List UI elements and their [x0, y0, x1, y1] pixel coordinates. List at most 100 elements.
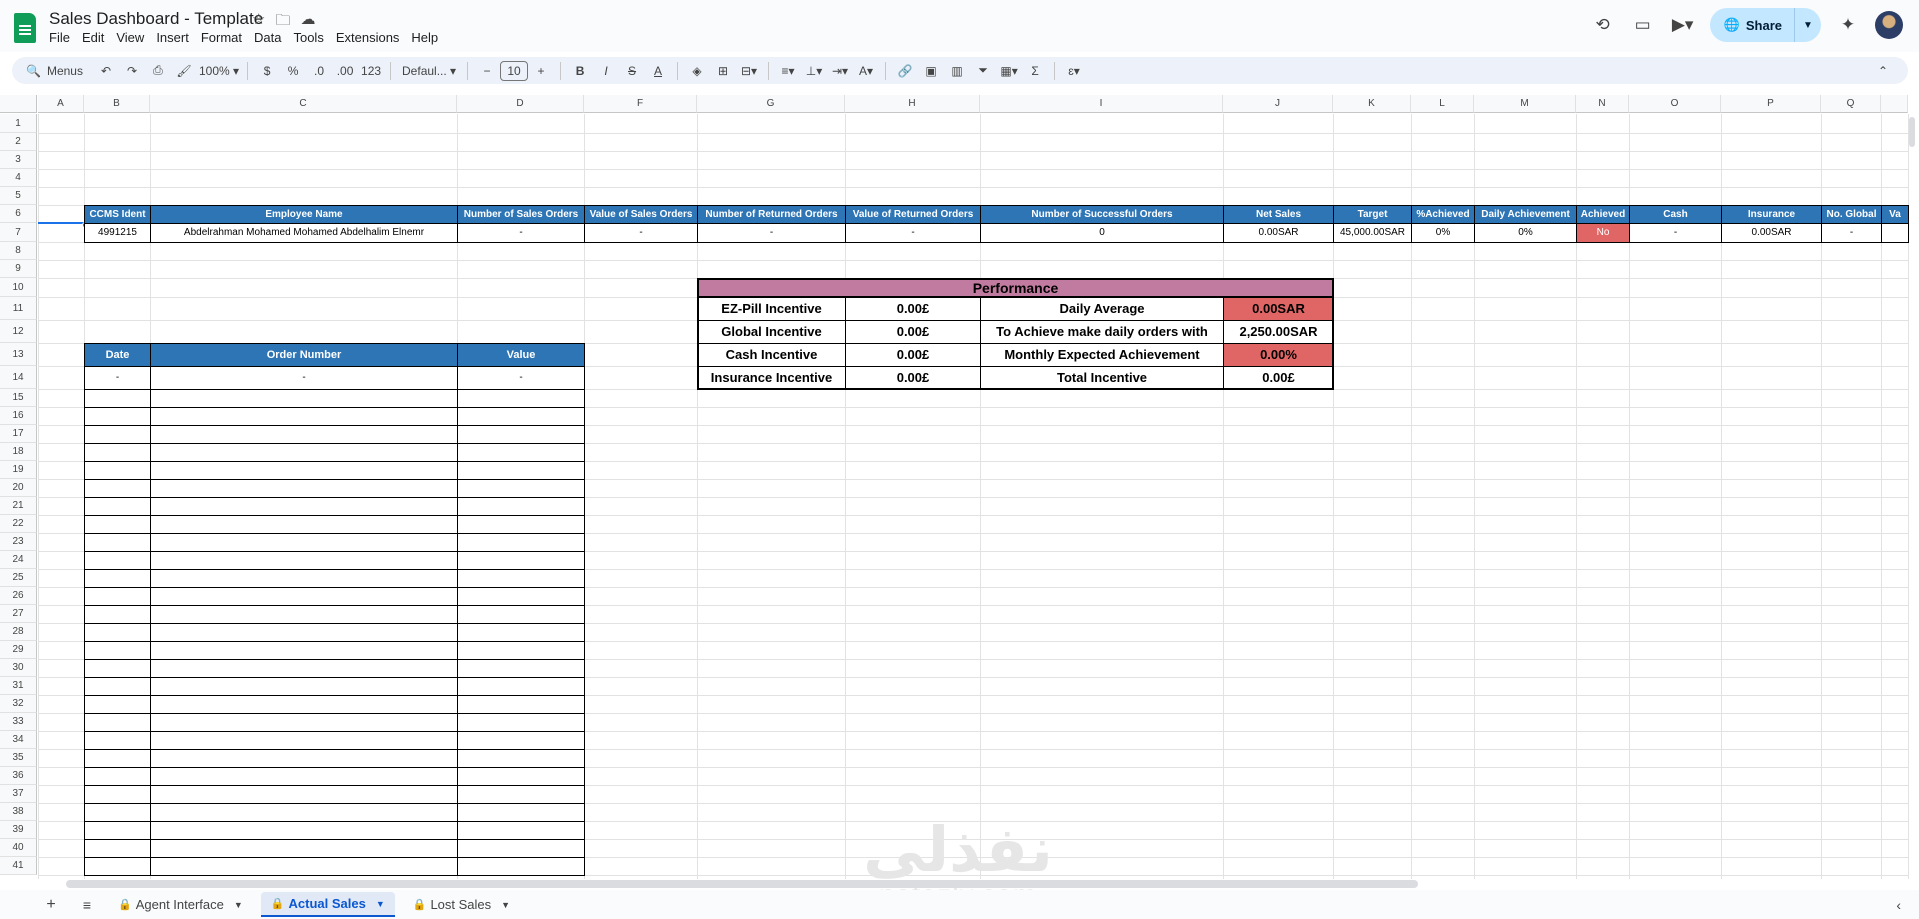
row-header[interactable]: 31 [0, 677, 37, 695]
orders-table-cell[interactable] [150, 641, 458, 660]
column-header-h[interactable]: H [845, 95, 980, 113]
performance-value[interactable]: 0.00£ [845, 343, 981, 367]
orders-table-cell[interactable] [457, 713, 585, 732]
column-header-j[interactable]: J [1223, 95, 1333, 113]
orders-table-cell[interactable] [84, 839, 151, 858]
column-header-d[interactable]: D [457, 95, 584, 113]
orders-table-cell[interactable] [457, 731, 585, 750]
performance-value[interactable]: 0.00£ [845, 297, 981, 321]
search-menus[interactable]: 🔍 Menus [26, 64, 83, 78]
orders-table-cell[interactable] [84, 605, 151, 624]
orders-table-cell[interactable] [150, 785, 458, 804]
employee-table-cell[interactable]: 45,000.00SAR [1333, 223, 1412, 243]
orders-table-cell[interactable] [84, 587, 151, 606]
menu-tools[interactable]: Tools [293, 30, 329, 45]
horizontal-scrollbar[interactable] [66, 880, 1418, 888]
orders-table-cell[interactable] [150, 479, 458, 498]
employee-table-cell[interactable] [1881, 223, 1909, 243]
employee-table-cell[interactable]: Abdelrahman Mohamed Mohamed Abdelhalim E… [150, 223, 458, 243]
orders-table-cell[interactable] [84, 659, 151, 678]
text-wrapping-icon[interactable]: ⇥▾ [829, 59, 851, 83]
menu-help[interactable]: Help [411, 30, 444, 45]
vertical-align-icon[interactable]: ⊥▾ [803, 59, 825, 83]
row-header[interactable]: 11 [0, 297, 37, 320]
orders-table-cell[interactable] [150, 389, 458, 408]
document-title[interactable]: Sales Dashboard - Template [49, 9, 263, 29]
orders-table-cell[interactable] [457, 551, 585, 570]
orders-table-cell[interactable] [150, 731, 458, 750]
orders-table-cell[interactable] [84, 497, 151, 516]
text-rotation-icon[interactable]: A▾ [855, 59, 877, 83]
currency-format-button[interactable]: $ [256, 59, 278, 83]
orders-table-cell[interactable] [457, 389, 585, 408]
column-header-c[interactable]: C [150, 95, 457, 113]
row-header[interactable]: 28 [0, 623, 37, 641]
menu-view[interactable]: View [116, 30, 150, 45]
orders-table-cell[interactable] [84, 407, 151, 426]
filter-views-icon[interactable]: ▦▾ [998, 59, 1020, 83]
version-history-icon[interactable]: ⟲ [1590, 12, 1616, 38]
orders-table-cell[interactable] [457, 803, 585, 822]
font-size-input[interactable]: 10 [500, 60, 529, 81]
row-header[interactable]: 26 [0, 587, 37, 605]
row-header[interactable]: 12 [0, 320, 37, 343]
orders-table-cell[interactable] [150, 533, 458, 552]
orders-table-cell[interactable] [150, 659, 458, 678]
collapse-sidebar-icon[interactable]: ‹ [1896, 897, 1901, 913]
orders-table-cell[interactable] [457, 839, 585, 858]
orders-table-cell[interactable] [150, 767, 458, 786]
employee-table-cell[interactable]: 0.00SAR [1223, 223, 1334, 243]
row-header[interactable]: 14 [0, 366, 37, 389]
font-size-increase-icon[interactable]: + [530, 59, 552, 83]
orders-table-cell[interactable] [84, 677, 151, 696]
percent-format-button[interactable]: % [282, 59, 304, 83]
account-avatar[interactable] [1875, 11, 1903, 39]
row-header[interactable]: 6 [0, 205, 37, 223]
borders-icon[interactable]: ⊞ [712, 59, 734, 83]
row-header[interactable]: 3 [0, 151, 37, 169]
employee-table-cell[interactable]: - [457, 223, 585, 243]
orders-table-cell[interactable] [150, 425, 458, 444]
orders-table-cell[interactable] [150, 623, 458, 642]
employee-table-cell[interactable]: 4991215 [84, 223, 151, 243]
chevron-down-icon[interactable]: ▼ [234, 900, 243, 910]
row-header[interactable]: 34 [0, 731, 37, 749]
orders-table-cell[interactable] [150, 857, 458, 876]
row-header[interactable]: 35 [0, 749, 37, 767]
orders-table-cell[interactable] [457, 497, 585, 516]
menu-edit[interactable]: Edit [82, 30, 110, 45]
orders-table-cell[interactable] [457, 857, 585, 876]
orders-table-cell[interactable] [84, 713, 151, 732]
row-header[interactable]: 13 [0, 343, 37, 366]
employee-table-cell[interactable]: - [584, 223, 698, 243]
orders-table-cell[interactable] [457, 677, 585, 696]
font-size-decrease-icon[interactable]: − [476, 59, 498, 83]
column-header-o[interactable]: O [1629, 95, 1721, 113]
orders-table-cell[interactable] [84, 749, 151, 768]
print-icon[interactable]: ⎙ [147, 59, 169, 83]
row-header[interactable]: 2 [0, 133, 37, 151]
meet-icon[interactable]: ▶▾ [1670, 12, 1696, 38]
chevron-down-icon[interactable]: ▼ [376, 899, 385, 909]
orders-table-cell[interactable] [457, 623, 585, 642]
performance-value[interactable]: 0.00SAR [1223, 297, 1334, 321]
orders-table-cell[interactable] [457, 479, 585, 498]
number-format-button[interactable]: 123 [360, 59, 382, 83]
vertical-scrollbar[interactable] [1909, 117, 1915, 147]
selected-cell[interactable] [38, 208, 84, 224]
paint-format-icon[interactable]: 🖌 [173, 59, 195, 83]
orders-table-cell[interactable] [150, 605, 458, 624]
zoom-select[interactable]: 100% ▾ [199, 59, 239, 83]
orders-table-cell[interactable] [84, 551, 151, 570]
orders-table-cell[interactable] [457, 821, 585, 840]
row-header[interactable]: 27 [0, 605, 37, 623]
row-header[interactable]: 15 [0, 389, 37, 407]
orders-table-cell[interactable] [84, 857, 151, 876]
column-header-p[interactable]: P [1721, 95, 1821, 113]
insert-comment-icon[interactable]: ▣ [920, 59, 942, 83]
row-header[interactable]: 8 [0, 242, 37, 260]
employee-table-cell[interactable]: - [1821, 223, 1882, 243]
employee-table-cell[interactable]: 0.00SAR [1721, 223, 1822, 243]
orders-table-cell[interactable] [150, 749, 458, 768]
orders-table-cell[interactable] [457, 767, 585, 786]
